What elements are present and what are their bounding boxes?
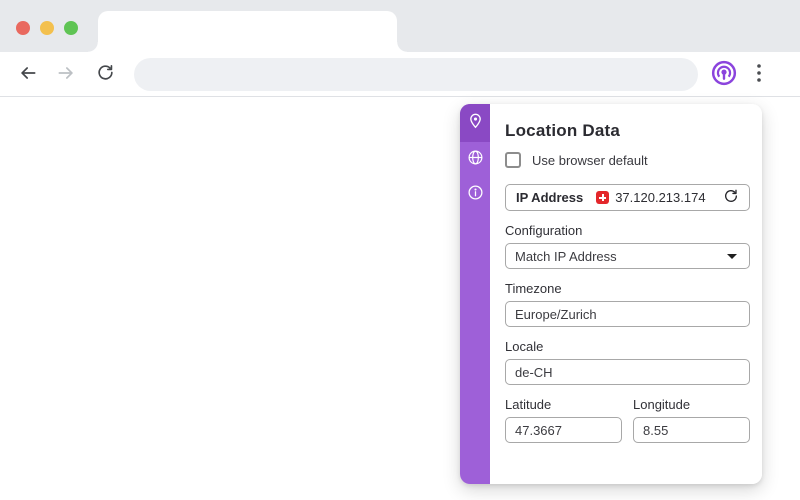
reload-icon bbox=[96, 63, 115, 85]
latitude-input[interactable] bbox=[505, 417, 622, 443]
refresh-ip-button[interactable] bbox=[722, 189, 740, 207]
popup-body: Location Data Use browser default IP Add… bbox=[490, 104, 762, 484]
timezone-label: Timezone bbox=[505, 281, 562, 296]
browser-menu-button[interactable] bbox=[745, 59, 773, 89]
info-icon bbox=[467, 184, 484, 206]
refresh-icon bbox=[723, 188, 739, 207]
browser-toolbar bbox=[0, 52, 800, 97]
use-browser-default-label: Use browser default bbox=[532, 152, 648, 168]
ip-address-value: 37.120.213.174 bbox=[615, 190, 706, 205]
longitude-input[interactable] bbox=[633, 417, 750, 443]
use-browser-default-row: Use browser default bbox=[505, 152, 750, 168]
browser-window: Location Data Use browser default IP Add… bbox=[0, 0, 800, 500]
configuration-select[interactable]: Match IP Address bbox=[505, 243, 750, 269]
chevron-down-icon bbox=[727, 254, 737, 259]
close-window-button[interactable] bbox=[16, 21, 30, 35]
window-controls bbox=[16, 21, 78, 35]
browser-tab[interactable] bbox=[88, 11, 407, 52]
sidebar-tab-browser[interactable] bbox=[460, 142, 490, 177]
vytal-broadcast-icon bbox=[711, 60, 737, 89]
longitude-label: Longitude bbox=[633, 397, 691, 412]
tab-strip bbox=[0, 0, 800, 52]
sidebar-tab-info[interactable] bbox=[460, 177, 490, 212]
configuration-label: Configuration bbox=[505, 223, 583, 238]
url-address-bar[interactable] bbox=[134, 57, 698, 91]
page-title: Location Data bbox=[505, 121, 621, 140]
forward-button[interactable] bbox=[51, 59, 81, 89]
ip-address-box: IP Address 37.120.213.174 bbox=[505, 184, 750, 211]
three-dot-menu-icon bbox=[757, 63, 761, 85]
locale-input[interactable] bbox=[505, 359, 750, 385]
back-button[interactable] bbox=[13, 59, 43, 89]
switzerland-flag-icon bbox=[596, 191, 610, 204]
coordinates-row: Latitude Longitude bbox=[505, 385, 750, 443]
vytal-extension-button[interactable] bbox=[709, 59, 739, 89]
popup-sidebar bbox=[460, 104, 490, 484]
latitude-label: Latitude bbox=[505, 397, 552, 412]
ip-address-label: IP Address bbox=[516, 190, 584, 205]
timezone-input[interactable] bbox=[505, 301, 750, 327]
sidebar-tab-location[interactable] bbox=[460, 104, 490, 142]
use-browser-default-checkbox[interactable] bbox=[505, 152, 521, 168]
arrow-right-icon bbox=[56, 63, 76, 86]
minimize-window-button[interactable] bbox=[40, 21, 54, 35]
arrow-left-icon bbox=[18, 63, 38, 86]
reload-button[interactable] bbox=[90, 59, 120, 89]
location-pin-icon bbox=[467, 112, 484, 134]
page-content: Location Data Use browser default IP Add… bbox=[0, 97, 800, 499]
locale-label: Locale bbox=[505, 339, 544, 354]
globe-icon bbox=[467, 149, 484, 171]
extension-popup: Location Data Use browser default IP Add… bbox=[460, 104, 762, 484]
configuration-selected-value: Match IP Address bbox=[515, 248, 617, 264]
maximize-window-button[interactable] bbox=[64, 21, 78, 35]
